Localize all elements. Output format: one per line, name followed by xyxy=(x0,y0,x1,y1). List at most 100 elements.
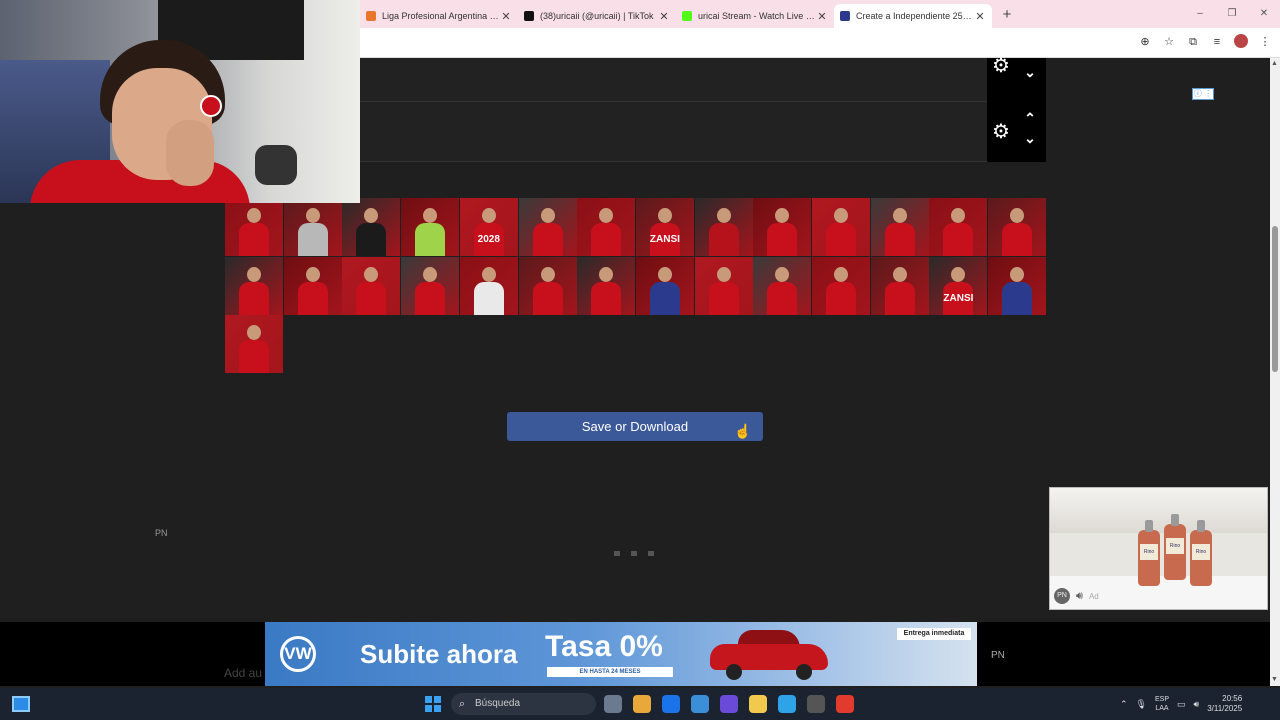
tab-title: uricai Stream - Watch Live on K xyxy=(698,11,816,21)
tab-tiktok[interactable]: (38)uricaii (@uricaii) | TikTok ✕ xyxy=(518,4,676,28)
player-tile[interactable]: ZANSI xyxy=(635,198,694,256)
player-tile[interactable] xyxy=(635,256,694,315)
player-tile[interactable] xyxy=(694,256,753,315)
gear-icon[interactable]: ⚙ xyxy=(991,122,1011,142)
pn-label: PN xyxy=(155,528,168,538)
taskbar-app-icon[interactable] xyxy=(749,695,767,713)
chevron-down-icon[interactable]: ⌄ xyxy=(1022,130,1038,147)
player-tile[interactable] xyxy=(870,256,929,315)
video-ad[interactable]: Rino Rino Rino PN 🔊︎ Ad xyxy=(1049,487,1268,610)
scroll-down-icon[interactable]: ▼ xyxy=(1271,676,1278,683)
tab-kick-stream[interactable]: uricai Stream - Watch Live on K ✕ xyxy=(676,4,834,28)
clock[interactable]: 20:56 3/11/2025 xyxy=(1207,694,1242,714)
settings-row-1 xyxy=(360,58,987,102)
taskbar-app-icon[interactable] xyxy=(807,695,825,713)
scroll-up-icon[interactable]: ▲ xyxy=(1271,60,1278,67)
player-tile[interactable] xyxy=(577,198,636,256)
system-tray: ⌃ 🎙︎ ESP LAA ▭ 🔊︎ 20:56 3/11/2025 xyxy=(1120,688,1242,720)
player-tile[interactable] xyxy=(518,198,577,256)
taskbar-app-icon[interactable] xyxy=(691,695,709,713)
save-or-download-button[interactable]: Save or Download xyxy=(507,412,763,441)
taskbar-app-icon[interactable] xyxy=(633,695,651,713)
loading-dots xyxy=(614,551,654,556)
taskbar-app-icon[interactable] xyxy=(662,695,680,713)
banner-headline: Subite ahora xyxy=(360,639,518,669)
taskbar-app-icon[interactable] xyxy=(720,695,738,713)
player-tile[interactable] xyxy=(225,256,283,315)
microphone xyxy=(255,145,297,185)
scrollbar-thumb[interactable] xyxy=(1272,226,1278,372)
speaker-icon[interactable]: 🔊︎ xyxy=(1076,590,1083,603)
vw-logo-icon: VW xyxy=(280,636,316,672)
player-tile[interactable] xyxy=(342,198,401,256)
player-tile[interactable] xyxy=(225,198,283,256)
player-tile[interactable] xyxy=(401,198,460,256)
widgets-icon[interactable] xyxy=(12,696,30,712)
windows-taskbar: ⌕ Búsqueda ⌃ 🎙︎ ESP LAA ▭ 🔊︎ 20:56 3/11/20… xyxy=(0,688,1280,720)
tab-close-icon[interactable]: ✕ xyxy=(500,10,512,23)
microphone-icon[interactable]: 🎙︎ xyxy=(1136,699,1147,710)
player-tile[interactable] xyxy=(225,315,283,374)
taskbar-app-icon[interactable] xyxy=(778,695,796,713)
ad-info-badge[interactable]: ⓘ ⋮ xyxy=(1192,88,1214,100)
player-tile[interactable] xyxy=(988,256,1047,315)
player-tile[interactable]: ZANSI xyxy=(929,256,988,315)
search-icon: ⌕ xyxy=(459,698,466,710)
ad-label: Ad xyxy=(1088,591,1099,601)
tab-liga-profesional[interactable]: Liga Profesional Argentina - PC ✕ xyxy=(360,4,518,28)
player-tile[interactable] xyxy=(459,256,518,315)
bookmark-star-icon[interactable]: ☆ xyxy=(1162,34,1176,50)
taskbar-search[interactable]: ⌕ Búsqueda xyxy=(451,693,596,715)
maximize-button[interactable]: ❐ xyxy=(1216,0,1248,28)
player-tile[interactable] xyxy=(812,198,870,256)
language-indicator[interactable]: ESP LAA xyxy=(1155,695,1169,713)
player-tile[interactable] xyxy=(283,198,342,256)
network-icon[interactable]: ▭ xyxy=(1177,699,1186,710)
streamer-hand xyxy=(166,120,214,186)
player-tile[interactable] xyxy=(988,198,1047,256)
player-tile[interactable] xyxy=(342,256,401,315)
player-tile[interactable] xyxy=(694,198,753,256)
chevron-up-icon[interactable]: ⌃ xyxy=(1022,110,1038,127)
new-tab-button[interactable]: + xyxy=(996,6,1018,23)
tab-create-independiente[interactable]: Create a Independiente 25/25 I ✕ xyxy=(834,4,992,28)
gear-icon[interactable]: ⚙ xyxy=(991,56,1011,76)
tab-close-icon[interactable]: ✕ xyxy=(816,10,828,23)
banner-cta[interactable]: Entrega inmediata xyxy=(897,628,971,640)
profile-avatar[interactable] xyxy=(1234,34,1248,50)
zoom-icon[interactable]: ⊕ xyxy=(1138,34,1152,50)
player-tile[interactable] xyxy=(812,256,870,315)
chevron-up-icon[interactable]: ⌃ xyxy=(1120,699,1128,710)
car-image xyxy=(710,628,828,680)
menu-icon[interactable]: ⋮ xyxy=(1258,34,1272,50)
player-tile[interactable] xyxy=(518,256,577,315)
player-tile[interactable] xyxy=(577,256,636,315)
webcam-overlay xyxy=(0,0,360,203)
tab-favicon-icon xyxy=(366,11,376,21)
player-tile[interactable] xyxy=(929,198,988,256)
tab-close-icon[interactable]: ✕ xyxy=(974,10,986,23)
loading-dot xyxy=(648,551,654,556)
chevron-down-icon[interactable]: ⌄ xyxy=(1022,64,1038,81)
taskbar-app-icon[interactable] xyxy=(604,695,622,713)
close-window-button[interactable]: ✕ xyxy=(1248,0,1280,28)
settings-row-2 xyxy=(360,102,987,162)
vw-banner-ad[interactable]: VW Subite ahora Tasa 0% EN HASTA 24 MESE… xyxy=(265,622,977,686)
tab-close-icon[interactable]: ✕ xyxy=(658,10,670,23)
volume-icon[interactable]: 🔊︎ xyxy=(1194,699,1200,710)
player-tile[interactable] xyxy=(753,198,812,256)
player-tile[interactable] xyxy=(401,256,460,315)
player-tile[interactable] xyxy=(870,198,929,256)
vertical-scrollbar[interactable]: ▲ ▼ xyxy=(1270,58,1280,686)
extensions-icon[interactable]: ⧉ xyxy=(1186,34,1200,50)
taskbar-app-icon[interactable] xyxy=(836,695,854,713)
start-button[interactable] xyxy=(425,696,441,712)
minimize-button[interactable]: – xyxy=(1184,0,1216,28)
media-icon[interactable]: ≡ xyxy=(1210,34,1224,50)
player-tile[interactable]: 2028 xyxy=(459,198,518,256)
kick-favicon-icon xyxy=(682,11,692,21)
row-controls: ⚙ ⌄ ⚙ ⌃ ⌄ xyxy=(987,56,1046,162)
player-tile[interactable] xyxy=(283,256,342,315)
player-tile[interactable] xyxy=(753,256,812,315)
pn-badge[interactable]: PN xyxy=(1054,588,1070,604)
